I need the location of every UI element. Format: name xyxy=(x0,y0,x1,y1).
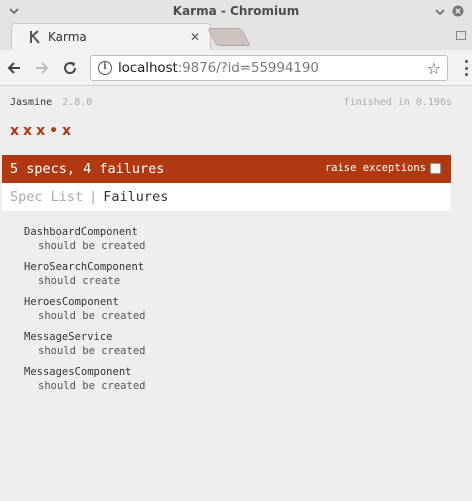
raise-exceptions-checkbox[interactable] xyxy=(430,162,441,174)
spec-symbol-failed[interactable]: x xyxy=(62,123,71,139)
tab-strip: Karma ✕ xyxy=(0,22,472,50)
url-host: localhost xyxy=(118,60,178,76)
raise-exceptions-option[interactable]: raise exceptions xyxy=(325,162,441,174)
suite-item: MessageService should be created xyxy=(24,330,145,365)
back-arrow-icon xyxy=(7,62,20,74)
back-button[interactable] xyxy=(4,58,24,78)
menu-separator: | xyxy=(89,189,98,205)
spec-name[interactable]: should be created xyxy=(38,379,145,393)
forward-button[interactable] xyxy=(32,58,52,78)
spec-name[interactable]: should be created xyxy=(38,239,145,253)
spec-name[interactable]: should be created xyxy=(38,344,145,358)
reload-button[interactable] xyxy=(60,58,80,78)
jasmine-title: Jasmine xyxy=(10,97,53,108)
suite-name[interactable]: MessagesComponent xyxy=(24,365,145,379)
spec-results: DashboardComponent should be created Her… xyxy=(24,225,145,400)
jasmine-reporter: Jasmine 2.8.0 finished in 0.196s x x x • x 5 … xyxy=(0,87,472,501)
spec-symbols: x x x • x xyxy=(10,123,75,139)
spec-symbol-failed[interactable]: x xyxy=(10,123,19,139)
karma-icon xyxy=(28,30,42,44)
jasmine-version: 2.8.0 xyxy=(62,97,93,108)
suite-item: HeroSearchComponent should create xyxy=(24,260,145,295)
url-rest: :9876/?id=55994190 xyxy=(177,60,319,76)
window-titlebar: Karma - Chromium xyxy=(0,0,472,22)
jasmine-banner: Jasmine 2.8.0 finished in 0.196s xyxy=(10,97,452,111)
spec-name[interactable]: should create xyxy=(38,274,145,288)
close-tab-icon[interactable]: ✕ xyxy=(190,30,200,44)
minimize-icon[interactable] xyxy=(434,5,446,17)
results-menu: Spec List | Failures xyxy=(2,183,451,211)
window-title: Karma - Chromium xyxy=(172,4,300,18)
suite-item: HeroesComponent should be created xyxy=(24,295,145,330)
suite-item: MessagesComponent should be created xyxy=(24,365,145,400)
close-window-icon[interactable] xyxy=(452,5,464,17)
address-bar[interactable]: i localhost:9876/?id=55994190 ☆ xyxy=(90,55,448,81)
raise-exceptions-label[interactable]: raise exceptions xyxy=(325,162,426,174)
tab-karma[interactable]: Karma ✕ xyxy=(11,23,211,50)
browser-menu-icon[interactable] xyxy=(465,60,469,76)
spec-name[interactable]: should be created xyxy=(38,309,145,323)
spec-symbol-failed[interactable]: x xyxy=(23,123,32,139)
suite-name[interactable]: DashboardComponent xyxy=(24,225,145,239)
suite-name[interactable]: HeroesComponent xyxy=(24,295,145,309)
spec-list-link[interactable]: Spec List xyxy=(10,189,83,205)
bookmark-star-icon[interactable]: ☆ xyxy=(427,59,441,78)
new-tab-button[interactable] xyxy=(207,28,251,46)
restore-icon[interactable] xyxy=(456,31,466,40)
reload-icon xyxy=(64,62,77,75)
failure-alert-bar: 5 specs, 4 failures raise exceptions xyxy=(2,155,451,183)
results-summary[interactable]: 5 specs, 4 failures xyxy=(10,161,164,177)
browser-toolbar: i localhost:9876/?id=55994190 ☆ xyxy=(0,50,472,86)
suite-name[interactable]: HeroSearchComponent xyxy=(24,260,145,274)
tab-title: Karma xyxy=(48,30,87,44)
forward-arrow-icon xyxy=(36,62,49,74)
suite-name[interactable]: MessageService xyxy=(24,330,145,344)
spec-symbol-passed[interactable]: • xyxy=(49,123,58,139)
failures-link[interactable]: Failures xyxy=(103,189,168,205)
suite-item: DashboardComponent should be created xyxy=(24,225,145,260)
url-text: localhost:9876/?id=55994190 xyxy=(118,60,319,76)
window-menu-icon[interactable] xyxy=(8,5,20,17)
run-duration: finished in 0.196s xyxy=(343,97,452,108)
info-icon[interactable]: i xyxy=(98,61,112,75)
spec-symbol-failed[interactable]: x xyxy=(36,123,45,139)
